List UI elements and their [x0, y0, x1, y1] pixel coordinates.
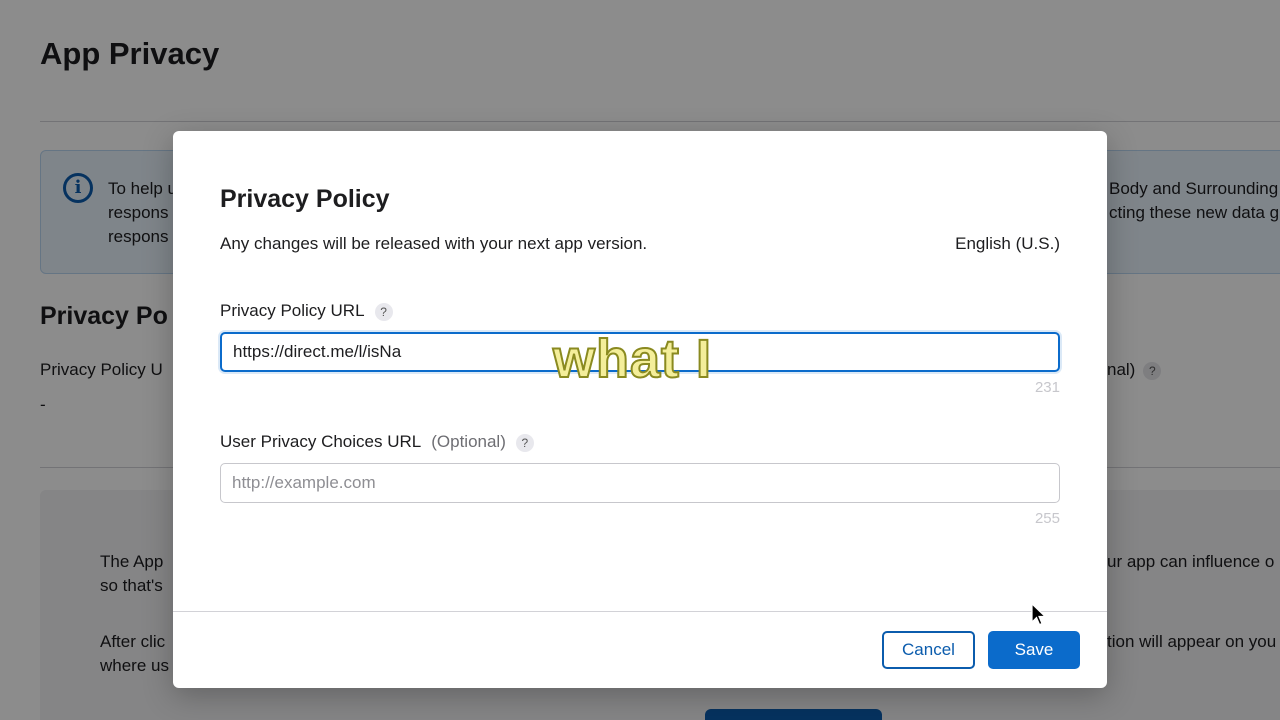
dialog-subtitle: Any changes will be released with your n… [220, 234, 648, 253]
save-button[interactable]: Save [988, 631, 1080, 669]
language-label: English (U.S.) [955, 234, 1060, 253]
privacy-policy-url-label: Privacy Policy URL? [220, 301, 393, 321]
dialog-title: Privacy Policy [220, 185, 390, 213]
char-counter: 255 [1034, 510, 1060, 527]
cancel-button[interactable]: Cancel [882, 631, 975, 669]
optional-label: (Optional) [431, 432, 506, 451]
privacy-policy-url-input[interactable] [220, 332, 1060, 372]
privacy-choices-url-input[interactable] [220, 463, 1060, 503]
help-icon[interactable]: ? [374, 302, 393, 321]
privacy-policy-dialog: Privacy Policy Any changes will be relea… [173, 131, 1107, 688]
help-icon[interactable]: ? [515, 433, 534, 452]
privacy-choices-url-label: User Privacy Choices URL (Optional)? [220, 432, 534, 452]
mouse-pointer-icon [1031, 603, 1047, 626]
privacy-choices-url-label-text: User Privacy Choices URL [220, 432, 422, 451]
privacy-policy-url-label-text: Privacy Policy URL [220, 301, 365, 320]
footer-divider [173, 611, 1107, 612]
char-counter: 231 [1034, 379, 1060, 396]
